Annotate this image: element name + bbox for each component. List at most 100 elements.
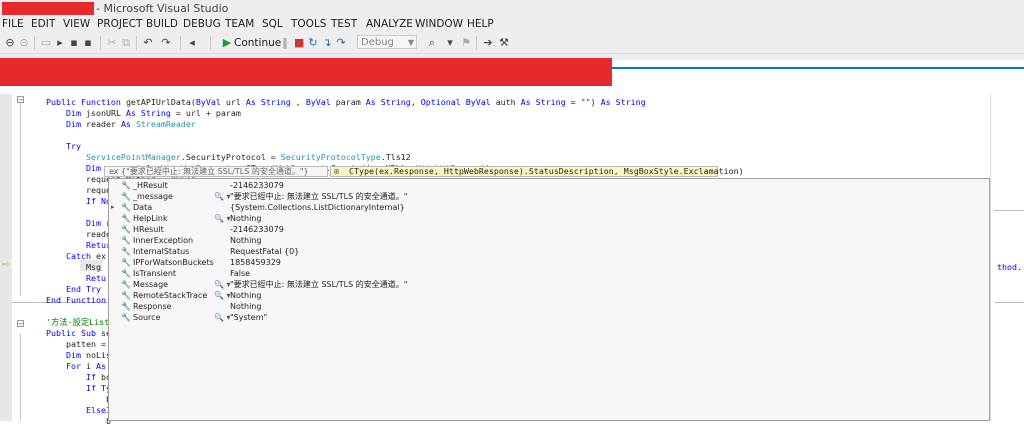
save-all-icon[interactable]: ▪ bbox=[82, 36, 94, 50]
datatip-row-value[interactable]: {System.Collections.ListDictionaryIntern… bbox=[230, 202, 405, 213]
datatip-row-value[interactable]: RequestFatal {0} bbox=[230, 246, 299, 257]
datatip-row[interactable]: 🔧 HelpLink 🔍 ▾ Nothing bbox=[109, 213, 989, 224]
stop-icon[interactable]: ■ bbox=[294, 36, 304, 50]
watch-expression[interactable]: ⊞ CType(ex.Response, HttpWebResponse).St… bbox=[330, 166, 744, 177]
datatip-row[interactable]: ▸ 🔧 Data {System.Collections.ListDictionary… bbox=[109, 202, 989, 213]
menu-build[interactable]: BUILD bbox=[146, 18, 178, 30]
pin-icon[interactable]: ⊞ bbox=[334, 167, 339, 176]
save-icon[interactable]: ▪ bbox=[68, 36, 80, 50]
code-line[interactable]: Retu bbox=[46, 273, 106, 284]
datatip-row-value[interactable]: -2146233079 bbox=[230, 180, 284, 191]
datatip-preview[interactable]: ex {"要求已經中止: 無法建立 SSL/TLS 的安全通道。"} bbox=[104, 166, 328, 177]
datatip-row-value[interactable]: "System" bbox=[230, 312, 267, 323]
redo-icon[interactable]: ↷ bbox=[160, 36, 172, 50]
datatip-row-value[interactable]: "要求已經中止: 無法建立 SSL/TLS 的安全通道。" bbox=[230, 279, 407, 290]
copy-icon[interactable]: ⧉ bbox=[120, 36, 132, 50]
redacted-document-tabs bbox=[0, 58, 612, 86]
code-line[interactable]: b bbox=[46, 394, 111, 405]
datatip-row-value[interactable]: -2146233079 bbox=[230, 224, 284, 235]
datatip-row[interactable]: 🔧 _HResult -2146233079 bbox=[109, 180, 989, 191]
datatip-row[interactable]: 🔧 IPForWatsonBuckets 1858459329 bbox=[109, 257, 989, 268]
code-line[interactable]: Try bbox=[46, 141, 81, 152]
find-dropdown-icon[interactable]: ▾ bbox=[444, 36, 456, 50]
navigate-icon[interactable]: ◂ bbox=[186, 36, 198, 50]
code-line[interactable]: End Function bbox=[46, 295, 106, 306]
menu-tools[interactable]: TOOLS bbox=[291, 18, 326, 30]
code-fragment: thod. bbox=[997, 262, 1022, 272]
visualizer-icon[interactable]: 🔍 ▾ bbox=[214, 191, 231, 202]
menu-sql[interactable]: SQL bbox=[262, 18, 283, 30]
datatip-row-value[interactable]: False bbox=[230, 268, 250, 279]
code-line[interactable]: Dim jsonURL As String = url + param bbox=[46, 108, 241, 119]
code-line[interactable]: Dim reader As StreamReader bbox=[46, 119, 196, 130]
continue-button[interactable]: Continue bbox=[234, 36, 281, 50]
cut-icon[interactable]: ✂ bbox=[106, 36, 118, 50]
step-into-icon[interactable]: ↴ bbox=[322, 36, 332, 50]
restart-icon[interactable]: ↻ bbox=[308, 36, 318, 50]
arrow-right-icon[interactable]: ➔ bbox=[482, 36, 494, 50]
datatip-row-value[interactable]: Nothing bbox=[230, 290, 261, 301]
code-line[interactable]: End Try bbox=[46, 284, 101, 295]
menu-team[interactable]: TEAM bbox=[225, 18, 254, 30]
datatip-row-value[interactable]: "要求已經中止: 無法建立 SSL/TLS 的安全通道。" bbox=[230, 191, 407, 202]
datatip-row[interactable]: 🔧 _message 🔍 ▾ "要求已經中止: 無法建立 SSL/TLS 的安全通道。… bbox=[109, 191, 989, 202]
new-project-icon[interactable]: ▭ bbox=[40, 36, 52, 50]
open-icon[interactable]: ▸ bbox=[54, 36, 66, 50]
code-token: Dim bbox=[65, 119, 86, 129]
code-line[interactable]: Msg bbox=[46, 262, 101, 273]
datatip-row-value[interactable]: Nothing bbox=[230, 301, 261, 312]
collapse-icon[interactable]: − bbox=[17, 320, 24, 328]
bookmark-icon[interactable]: ⚑ bbox=[460, 36, 472, 50]
code-line[interactable]: ElseIf bbox=[46, 405, 116, 416]
code-line[interactable]: Public Function getAPIUrlData(ByVal url … bbox=[46, 97, 646, 108]
code-line[interactable]: b bbox=[46, 416, 111, 427]
datatip-panel[interactable]: 🔧 _HResult -2146233079 🔧 _message 🔍 ▾ "要求已經中止:… bbox=[108, 178, 990, 421]
code-line[interactable]: Dim noList bbox=[46, 350, 116, 361]
find-icon[interactable]: ⌕ bbox=[426, 36, 438, 50]
code-line[interactable]: '方法-設定List bbox=[46, 317, 109, 328]
forward-icon[interactable]: ⊝ bbox=[18, 36, 30, 50]
datatip-row[interactable]: 🔧 IsTransient False bbox=[109, 268, 989, 279]
datatip-row[interactable]: 🔧 Source 🔍 ▾ "System" bbox=[109, 312, 989, 323]
datatip-row-value[interactable]: 1858459329 bbox=[230, 257, 281, 268]
step-over-icon[interactable]: ↷ bbox=[336, 36, 346, 50]
menu-test[interactable]: TEST bbox=[331, 18, 357, 30]
pause-icon[interactable]: ‖ bbox=[280, 36, 290, 50]
datatip-row[interactable]: 🔧 InternalStatus RequestFatal {0} bbox=[109, 246, 989, 257]
datatip-row[interactable]: 🔧 HResult -2146233079 bbox=[109, 224, 989, 235]
visualizer-icon[interactable]: 🔍 ▾ bbox=[214, 290, 231, 301]
code-line[interactable]: For i As bbox=[46, 361, 111, 372]
code-line[interactable]: If bo bbox=[46, 372, 111, 383]
menu-window[interactable]: WINDOW bbox=[415, 18, 463, 30]
visualizer-icon[interactable]: 🔍 ▾ bbox=[214, 213, 231, 224]
datatip-row[interactable]: 🔧 InnerException Nothing bbox=[109, 235, 989, 246]
visualizer-icon[interactable]: 🔍 ▾ bbox=[214, 312, 231, 323]
datatip-row[interactable]: 🔧 RemoteStackTrace 🔍 ▾ Nothing bbox=[109, 290, 989, 301]
build-icon[interactable]: ⚒ bbox=[498, 36, 510, 50]
menu-edit[interactable]: EDIT bbox=[31, 18, 55, 30]
menu-file[interactable]: FILE bbox=[2, 18, 24, 30]
play-icon[interactable]: ▶ bbox=[222, 36, 232, 50]
visualizer-icon[interactable]: 🔍 ▾ bbox=[214, 279, 231, 290]
datatip-row-value[interactable]: Nothing bbox=[230, 235, 261, 246]
code-token: .SecurityProtocol = bbox=[180, 152, 281, 162]
undo-icon[interactable]: ↶ bbox=[142, 36, 154, 50]
code-token: For bbox=[65, 361, 86, 371]
code-line[interactable]: If Typ bbox=[46, 383, 116, 394]
back-icon[interactable]: ⊖ bbox=[4, 36, 16, 50]
datatip-row[interactable]: 🔧 Response Nothing bbox=[109, 301, 989, 312]
datatip-row[interactable]: 🔧 Message 🔍 ▾ "要求已經中止: 無法建立 SSL/TLS 的安全通道。" bbox=[109, 279, 989, 290]
menu-project[interactable]: PROJECT bbox=[97, 18, 142, 30]
code-line[interactable]: Public Sub se bbox=[46, 328, 111, 339]
menu-analyze[interactable]: ANALYZE bbox=[366, 18, 413, 30]
datatip-scrollbar[interactable] bbox=[990, 94, 995, 421]
configuration-select[interactable]: Debug ▼ bbox=[357, 35, 417, 49]
menu-debug[interactable]: DEBUG bbox=[183, 18, 221, 30]
code-line[interactable]: ServicePointManager.SecurityProtocol = S… bbox=[46, 152, 411, 163]
datatip-row-value[interactable]: Nothing bbox=[230, 213, 261, 224]
expand-icon[interactable]: ▸ bbox=[111, 202, 119, 213]
menu-help[interactable]: HELP bbox=[467, 18, 494, 30]
menu-view[interactable]: VIEW bbox=[63, 18, 90, 30]
collapse-icon[interactable]: − bbox=[17, 96, 24, 104]
code-line[interactable]: patten = bbox=[46, 339, 111, 350]
